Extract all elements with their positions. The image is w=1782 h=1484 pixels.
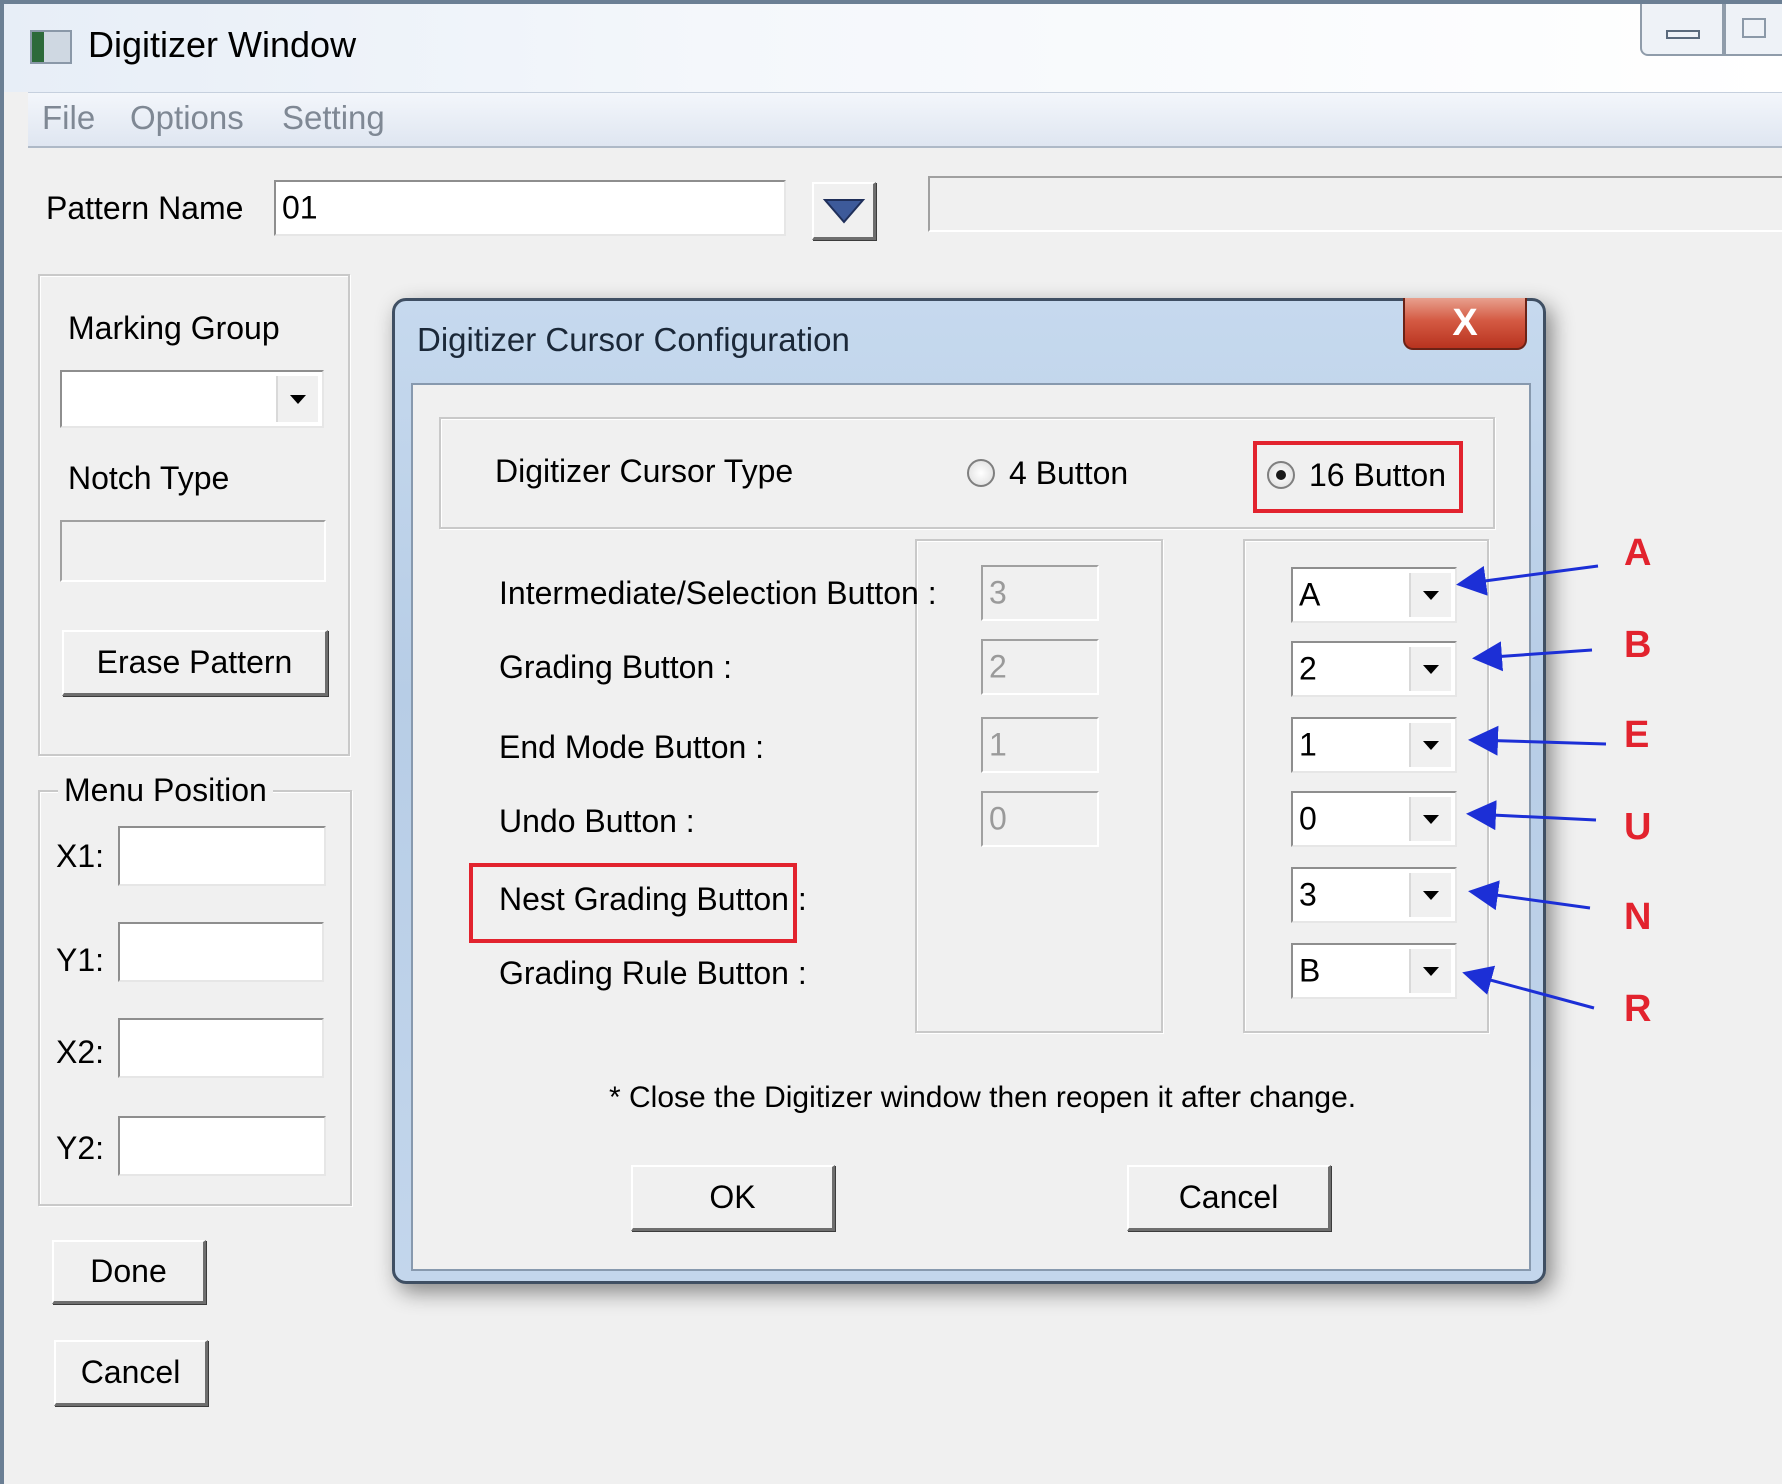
annotation-b: B	[1624, 624, 1652, 666]
arrow-b	[1472, 641, 1593, 672]
annotation-r: R	[1624, 988, 1652, 1030]
annotation-e: E	[1624, 714, 1650, 756]
arrow-r	[1462, 965, 1595, 1010]
annotation-arrows	[1456, 564, 1607, 1010]
annotation-n: N	[1624, 896, 1652, 938]
arrow-e	[1468, 725, 1607, 756]
annotation-u: U	[1624, 806, 1652, 848]
arrow-u	[1466, 800, 1597, 831]
arrow-n	[1468, 880, 1591, 911]
annotation-a: A	[1624, 532, 1652, 574]
arrow-a	[1456, 564, 1599, 596]
